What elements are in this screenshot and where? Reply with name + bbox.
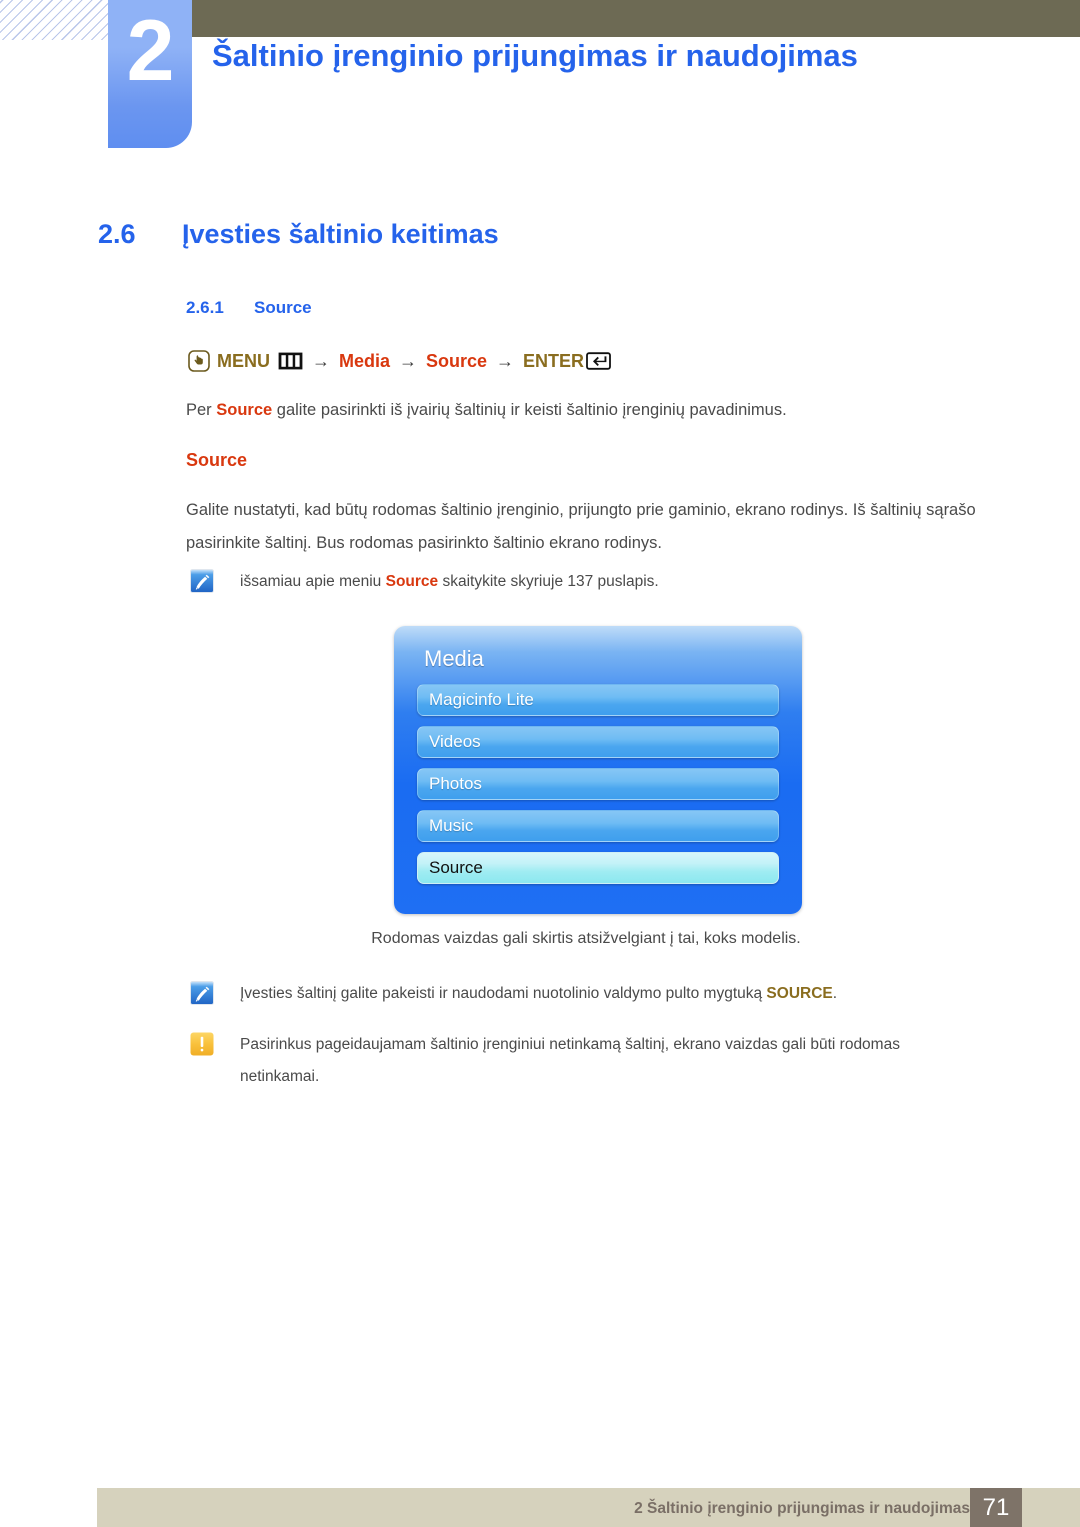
chapter-title: Šaltinio įrenginio prijungimas ir naudoj… — [212, 38, 858, 73]
note-prefix: Įvesties šaltinį galite pakeisti ir naud… — [240, 985, 767, 1002]
intro-bold-source: Source — [216, 401, 273, 419]
note-prefix: Pasirinkus pageidaujamam šaltinio įrengi… — [240, 1036, 900, 1085]
path-arrow-3: → — [496, 350, 515, 371]
note-pencil-icon — [190, 981, 214, 1005]
note-prefix: išsamiau apie meniu — [240, 573, 386, 590]
chapter-number-tab: 2 — [108, 0, 192, 148]
header-olive-bar — [192, 0, 1080, 37]
note-suffix: skaitykite skyriuje 137 puslapis. — [438, 573, 659, 590]
enter-key-icon — [586, 352, 611, 370]
path-arrow-2: → — [399, 350, 418, 371]
note-pencil-icon — [190, 569, 214, 593]
intro-prefix: Per — [186, 401, 217, 419]
path-source-label: Source — [426, 350, 488, 371]
note-text: Įvesties šaltinį galite pakeisti ir naud… — [240, 978, 837, 1010]
media-osd-panel: Media Magicinfo Lite Videos Photos Music… — [394, 626, 802, 914]
menu-label: MENU — [217, 350, 270, 371]
note-item: išsamiau apie meniu Source skaitykite sk… — [190, 566, 950, 598]
hand-press-icon — [188, 350, 210, 372]
section-title: Įvesties šaltinio keitimas — [182, 219, 499, 249]
intro-suffix: galite pasirinkti iš įvairių šaltinių ir… — [272, 401, 787, 419]
intro-paragraph: Per Source galite pasirinkti iš įvairių … — [186, 394, 946, 427]
osd-caption: Rodomas vaizdas gali skirtis atsižvelgia… — [371, 930, 801, 947]
page-header: 2 Šaltinio įrenginio prijungimas ir naud… — [0, 0, 1080, 175]
footer-chapter-label: 2 Šaltinio įrenginio prijungimas ir naud… — [634, 1500, 970, 1517]
note-suffix: . — [832, 985, 838, 1002]
path-media-label: Media — [339, 350, 391, 371]
chapter-number: 2 — [126, 3, 175, 99]
warning-exclamation-icon — [190, 1032, 214, 1056]
osd-menu-item-magicinfo-lite[interactable]: Magicinfo Lite — [417, 684, 779, 716]
subsection-title: Source — [254, 298, 312, 317]
path-arrow-1: → — [312, 350, 330, 371]
subsection-number: 2.6.1 — [186, 298, 224, 317]
osd-menu-item-music[interactable]: Music — [417, 810, 779, 842]
menu-navigation-path: MENU → Media → Source → ENTER — [188, 350, 611, 372]
osd-menu-item-source[interactable]: Source — [417, 852, 779, 884]
note-text: išsamiau apie meniu Source skaitykite sk… — [240, 566, 659, 598]
note-text: Pasirinkus pageidaujamam šaltinio įrengi… — [240, 1029, 980, 1093]
warning-note-item: Pasirinkus pageidaujamam šaltinio įrengi… — [190, 1029, 980, 1093]
section-number: 2.6 — [98, 219, 136, 249]
osd-menu-item-photos[interactable]: Photos — [417, 768, 779, 800]
source-sub-heading: Source — [186, 450, 248, 470]
main-paragraph: Galite nustatyti, kad būtų rodomas šalti… — [186, 501, 976, 552]
osd-menu-list: Magicinfo Lite Videos Photos Music Sourc… — [417, 684, 779, 894]
note-bold: SOURCE — [766, 985, 833, 1002]
note-item: Įvesties šaltinį galite pakeisti ir naud… — [190, 978, 980, 1010]
osd-menu-item-videos[interactable]: Videos — [417, 726, 779, 758]
hatch-decoration — [0, 0, 112, 40]
osd-panel-title: Media — [424, 646, 484, 671]
page-number: 71 — [970, 1488, 1022, 1527]
note-bold: Source — [385, 573, 439, 590]
menu-bars-icon — [278, 352, 303, 370]
enter-label: ENTER — [523, 350, 585, 371]
